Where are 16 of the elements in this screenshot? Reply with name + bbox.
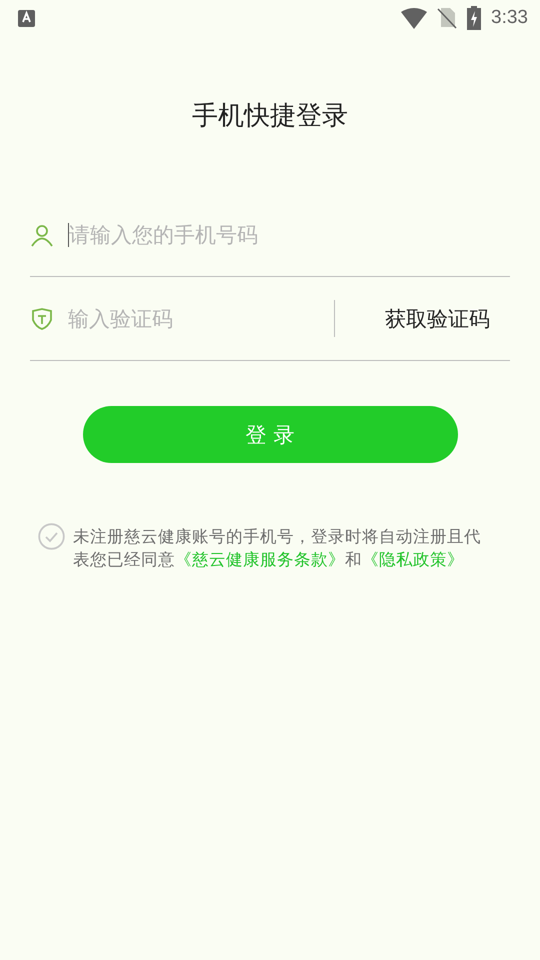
person-icon <box>30 222 54 246</box>
battery-charging-icon <box>467 6 482 30</box>
page-title: 手机快捷登录 <box>191 100 349 133</box>
wifi-icon <box>401 8 428 28</box>
login-button[interactable]: 登 录 <box>82 406 458 463</box>
terms-link[interactable]: 《慈云健康服务条款》 <box>175 550 345 569</box>
get-code-button[interactable]: 获取验证码 <box>385 300 490 336</box>
shield-icon <box>30 306 54 330</box>
checkbox-icon[interactable] <box>38 523 65 550</box>
no-sim-icon <box>437 7 458 29</box>
terms-link[interactable]: 《隐私政策》 <box>362 550 464 569</box>
phone-input-field[interactable]: 请输入您的手机号码 <box>68 222 510 246</box>
agreement-text: 未注册慈云健康账号的手机号，登录时将自动注册且代表您已经同意《慈云健康服务条款》和《隐私政策》 <box>73 526 482 571</box>
code-input-field[interactable]: 输入验证码 <box>68 306 334 330</box>
clock-time: 3:33 <box>491 7 528 29</box>
keyboard-icon <box>18 10 35 26</box>
